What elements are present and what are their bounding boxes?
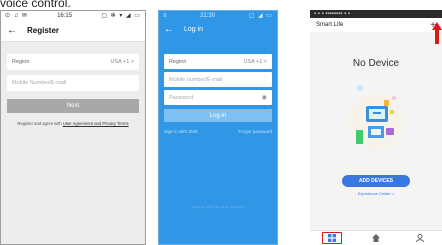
status-left-icons: ≡ (163, 12, 167, 19)
agreement-link[interactable]: User Agreement and Privacy Terms (63, 121, 129, 126)
register-screen: ⊙ ♫ ✉ 16:15 ▢ ✻ ▾ ◢ ▭ ← Register Region … (0, 10, 146, 245)
register-navbar: ← Register (1, 20, 145, 42)
password-input[interactable]: Password ◉ (164, 90, 272, 105)
login-links: Sign in with SMS Forgot password (164, 129, 272, 134)
page-title: Log in (184, 25, 204, 33)
agreement-text: Register and agree with User Agreement a… (7, 121, 139, 126)
status-bar: ≡ 21:30 ▢ ◢ ▭ (159, 11, 277, 20)
home-screen: ▪ ▪ ▪ ▪▪▪▪▪▪▪▪ ▪ ▪ Smart Life + No Devic… (310, 10, 442, 245)
home-topbar: Smart Life + (310, 18, 442, 32)
experience-center-link[interactable]: Experience Center > (310, 191, 442, 196)
status-right-icons: ▢ ◢ ▭ (248, 13, 273, 19)
agreement-prefix: Register and agree with (17, 121, 63, 126)
back-arrow-icon[interactable]: ← (7, 25, 17, 36)
status-left-icons: ⊙ ♫ ✉ (5, 13, 28, 19)
eye-icon[interactable]: ◉ (262, 94, 267, 101)
mobile-email-input[interactable]: Mobile Number/E-mail (7, 75, 139, 91)
add-devices-button[interactable]: ADD DEVICES (342, 175, 410, 187)
login-navbar: ← Log in (159, 20, 277, 38)
password-placeholder: Password (169, 94, 194, 101)
region-value: USA +1 > (243, 58, 267, 65)
tab-scene[interactable] (366, 232, 386, 244)
back-arrow-icon[interactable]: ← (164, 24, 174, 35)
status-time: 21:30 (200, 12, 216, 19)
status-bar: ▪ ▪ ▪ ▪▪▪▪▪▪▪▪ ▪ ▪ (310, 10, 442, 18)
login-screen: ≡ 21:30 ▢ ◢ ▭ ← Log in Region USA +1 > M… (158, 10, 278, 245)
caption-text: voice control. (0, 0, 71, 10)
devices-illustration (348, 85, 404, 150)
red-arrow-icon (432, 22, 442, 44)
bottom-tab-bar (310, 230, 442, 245)
home-grid-icon (328, 234, 336, 242)
region-selector[interactable]: Region USA +1 > (7, 54, 139, 70)
forgot-password-link[interactable]: Forgot password (238, 129, 272, 134)
other-account-link[interactable]: Sign in with the other account (159, 204, 277, 209)
page-title: Register (27, 26, 60, 35)
mobile-placeholder: Mobile Number/E-mail (12, 80, 67, 86)
status-right-icons: ▢ ✻ ▾ ◢ ▭ (101, 13, 141, 19)
mobile-email-input[interactable]: Mobile number/E-mail (164, 72, 272, 87)
login-button[interactable]: Log in (164, 109, 272, 122)
status-bar: ⊙ ♫ ✉ 16:15 ▢ ✻ ▾ ◢ ▭ (1, 11, 145, 20)
app-title: Smart Life (316, 22, 344, 28)
tab-profile[interactable] (410, 232, 430, 244)
profile-icon (416, 234, 424, 242)
region-selector[interactable]: Region USA +1 > (164, 54, 272, 69)
mobile-placeholder: Mobile number/E-mail (169, 76, 223, 83)
next-button[interactable]: Next (7, 99, 139, 113)
region-label: Region (12, 59, 30, 65)
empty-state-title: No Device (352, 58, 400, 69)
status-time: 16:15 (57, 12, 73, 19)
scene-icon (372, 234, 380, 242)
region-label: Region (169, 58, 187, 65)
region-value: USA +1 > (110, 59, 134, 65)
tab-home[interactable] (322, 232, 342, 244)
sms-login-link[interactable]: Sign in with SMS (164, 129, 198, 134)
